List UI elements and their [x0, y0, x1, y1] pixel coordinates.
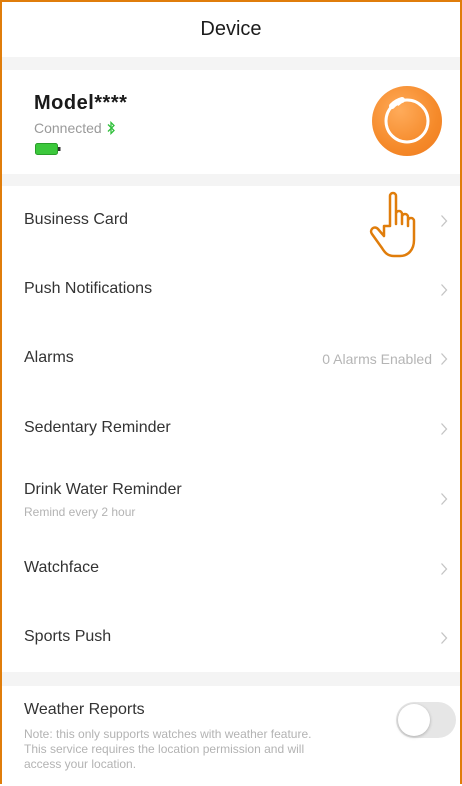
toggle-knob [398, 704, 430, 736]
menu-item-label: Drink Water Reminder [24, 481, 182, 498]
weather-reports-label: Weather Reports [24, 701, 145, 718]
menu-item-sedentary-reminder[interactable]: Sedentary Reminder [2, 393, 460, 464]
weather-reports-toggle[interactable] [396, 702, 456, 738]
chevron-right-icon [441, 493, 448, 505]
chevron-right-icon [441, 563, 448, 575]
section-divider [2, 672, 460, 686]
chevron-right-icon [441, 284, 448, 296]
connection-status-label: Connected [34, 120, 102, 136]
menu-item-push-notifications[interactable]: Push Notifications [2, 255, 460, 325]
connection-status: Connected [34, 120, 116, 136]
bluetooth-icon [107, 121, 115, 135]
menu-item-label: Alarms [24, 349, 74, 366]
chevron-right-icon [441, 632, 448, 644]
weather-reports-row: Weather Reports Note: this only supports… [2, 686, 460, 786]
battery-icon [35, 143, 61, 155]
weather-note-line: Note: this only supports watches with we… [24, 727, 312, 741]
weather-note-line: access your location. [24, 757, 137, 771]
weather-note-line: This service requires the location permi… [24, 742, 305, 756]
menu-item-sublabel: Remind every 2 hour [24, 505, 136, 519]
menu-item-label: Sedentary Reminder [24, 419, 171, 436]
watch-icon [384, 97, 430, 144]
menu-item-sports-push[interactable]: Sports Push [2, 603, 460, 672]
app-screen: Device Model**** Connected Business Card [0, 0, 462, 786]
chevron-right-icon [441, 353, 448, 365]
menu-item-alarms[interactable]: Alarms 0 Alarms Enabled [2, 324, 460, 394]
menu-item-label: Business Card [24, 211, 129, 228]
device-model: Model**** [34, 92, 128, 114]
page-title: Device [200, 18, 262, 40]
chevron-right-icon [441, 215, 448, 227]
menu-item-watchface[interactable]: Watchface [2, 533, 460, 604]
menu-item-label: Sports Push [24, 628, 112, 645]
device-card[interactable]: Model**** Connected [2, 70, 460, 174]
section-divider [2, 174, 460, 186]
weather-reports-note: Note: this only supports watches with we… [24, 727, 311, 772]
alarms-count: 0 Alarms Enabled [322, 351, 432, 367]
menu-item-label: Watchface [24, 559, 99, 576]
pointing-hand-icon [369, 191, 416, 258]
watch-avatar[interactable] [372, 86, 442, 156]
menu-item-drink-water-reminder[interactable]: Drink Water Reminder Remind every 2 hour [2, 463, 460, 534]
menu-item-label: Push Notifications [24, 280, 153, 297]
chevron-right-icon [441, 423, 448, 435]
section-divider [2, 57, 460, 70]
